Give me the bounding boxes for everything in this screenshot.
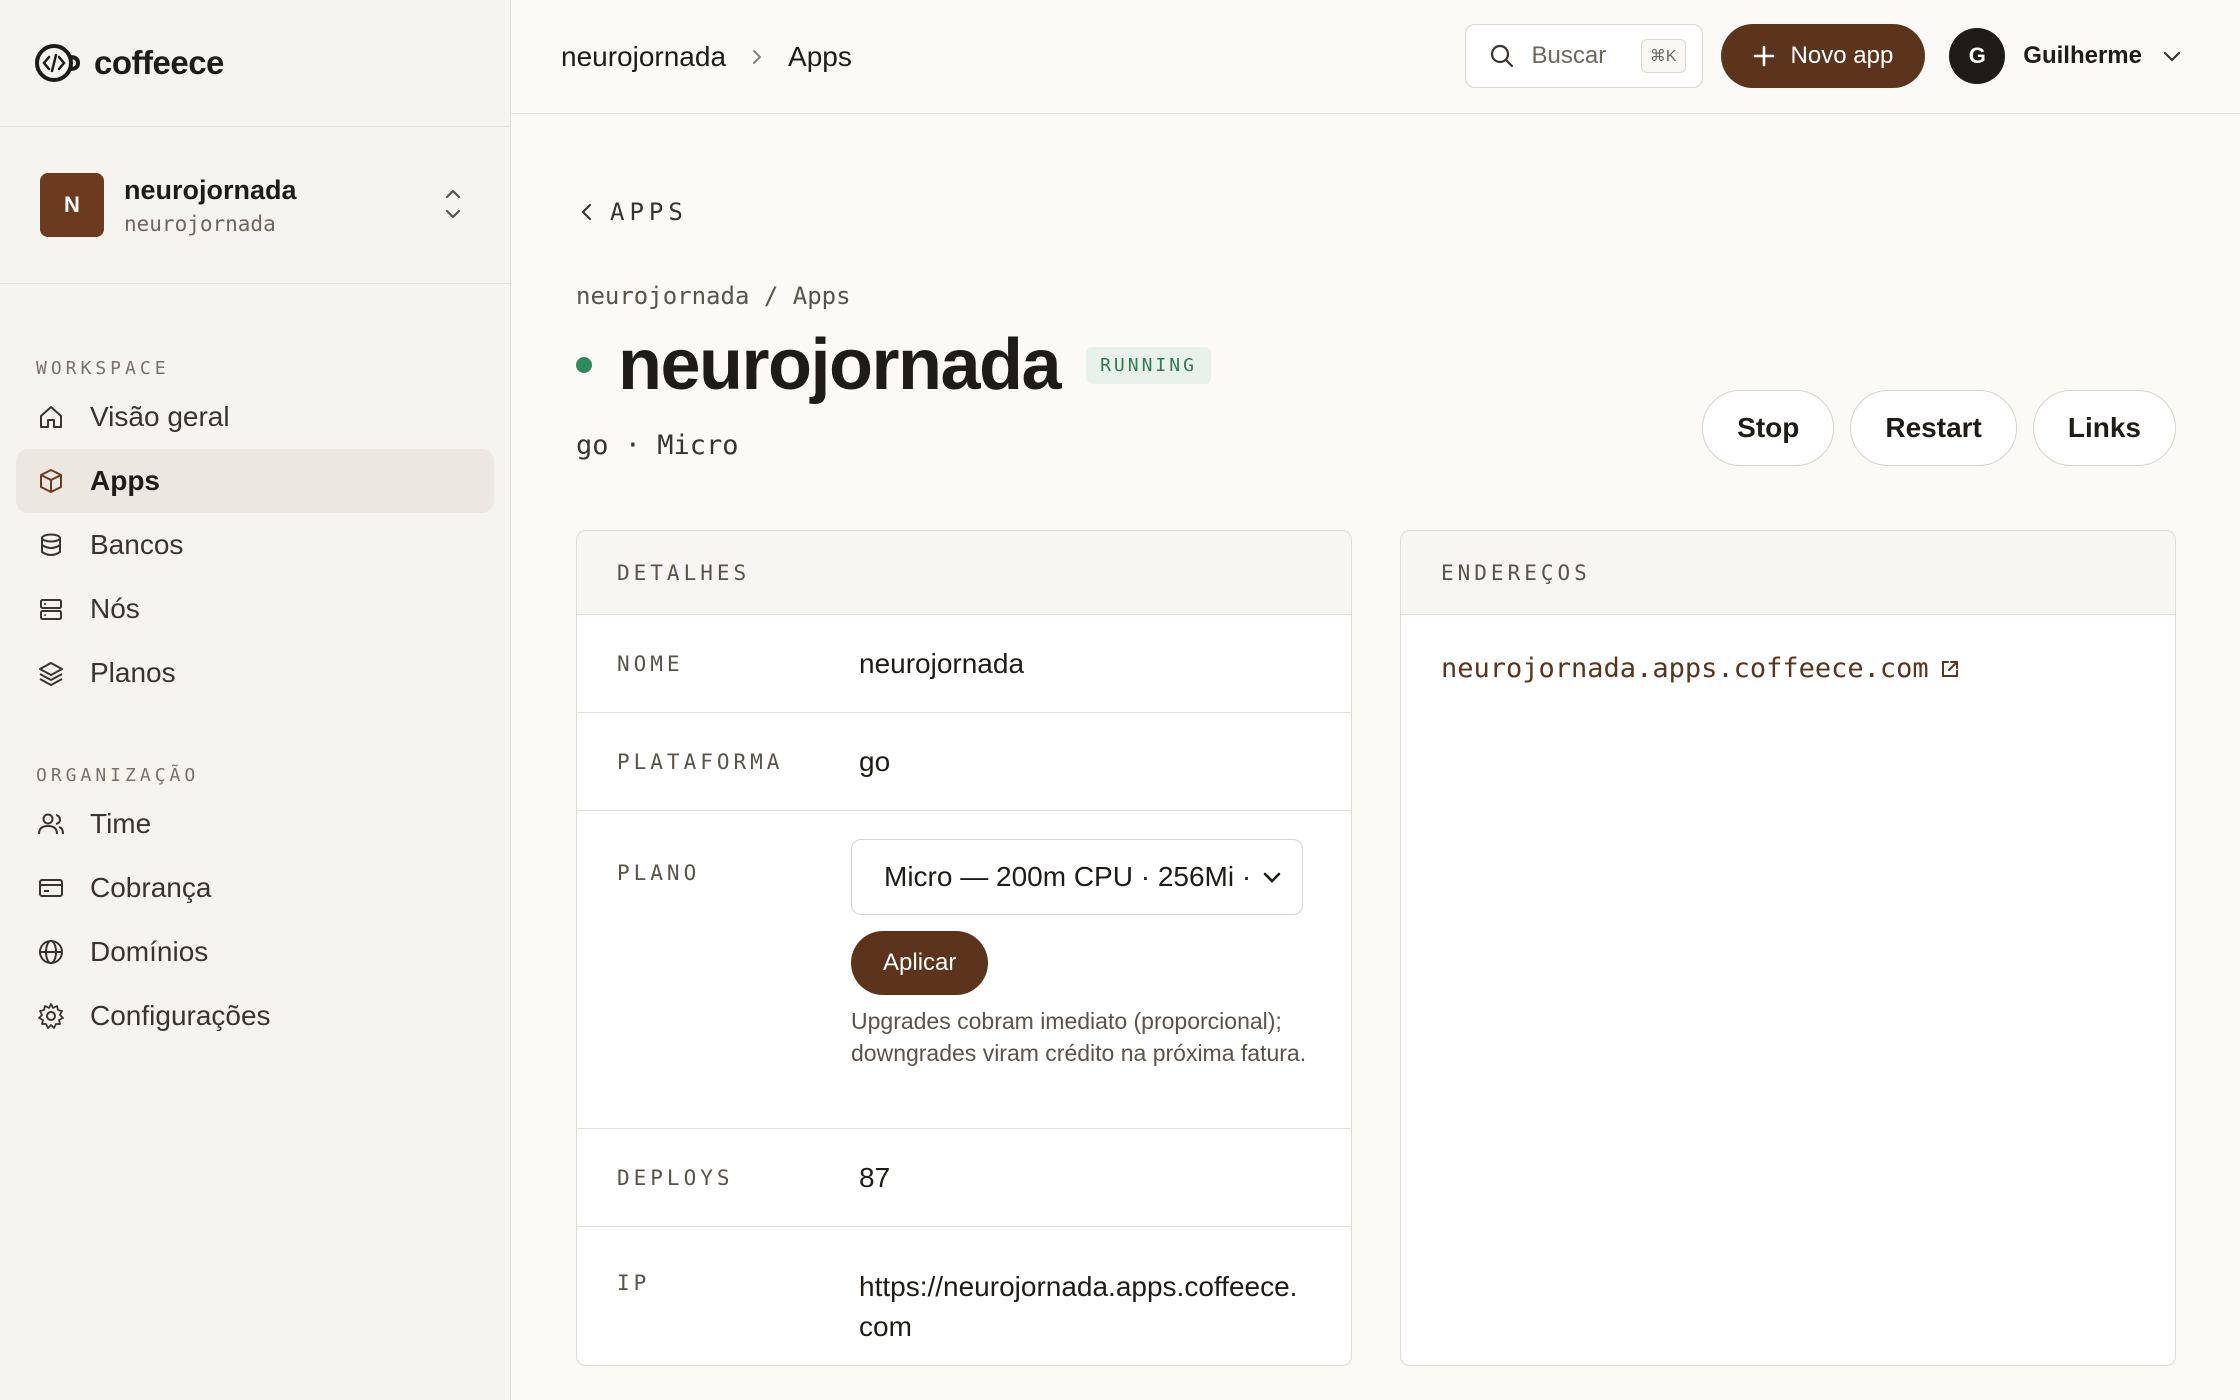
sidebar-item-label: Nós [90, 593, 140, 624]
status-dot [576, 357, 592, 373]
nome-value: neurojornada [859, 647, 1025, 679]
search-shortcut-badge: ⌘K [1640, 39, 1686, 73]
breadcrumb: neurojornada Apps [561, 41, 852, 73]
credit-card-icon [39, 879, 63, 897]
detail-row-deploys: DEPLOYS 87 [577, 1129, 1351, 1227]
workspace-section-label: WORKSPACE [36, 358, 170, 379]
org-slug: neurojornada [124, 211, 276, 236]
apply-plan-button[interactable]: Aplicar [851, 931, 989, 995]
plano-label: PLANO [617, 861, 701, 885]
status-badge: RUNNING [1086, 346, 1211, 384]
detail-row-nome: NOME neurojornada [577, 615, 1351, 713]
app-meta: go · Micro [576, 430, 739, 461]
organization-nav: Time Cobrança Domínios Configurações [0, 792, 510, 1048]
home-icon [40, 406, 62, 428]
deploys-value: 87 [859, 1161, 891, 1193]
org-name: neurojornada [124, 174, 297, 205]
detail-row-plano: PLANO Micro — 200m CPU · 256Mi · R$ Apli… [577, 811, 1351, 1129]
database-icon [41, 533, 61, 556]
sidebar-item-label: Apps [90, 465, 160, 496]
sidebar-item-label: Planos [90, 657, 176, 688]
addresses-heading: ENDEREÇOS [1401, 531, 2175, 615]
code-coffee-logo-icon [35, 44, 80, 82]
sidebar-item-label: Cobrança [90, 872, 212, 903]
links-button[interactable]: Links [2032, 390, 2176, 466]
search-input[interactable]: Buscar ⌘K [1464, 24, 1703, 88]
top-bar: neurojornada Apps Buscar ⌘K Novo app G G… [511, 0, 2240, 114]
plan-select-value: Micro — 200m CPU · 256Mi · R$ [884, 861, 1260, 892]
chevron-down-icon [2163, 51, 2181, 62]
breadcrumb-apps[interactable]: Apps [788, 41, 852, 73]
user-menu[interactable]: G Guilherme [1949, 28, 2184, 84]
ip-value: https://neurojornada.apps.coffeece.com [859, 1271, 1298, 1342]
sidebar-item-bancos[interactable]: Bancos [16, 513, 494, 577]
back-label: APPS [610, 198, 688, 226]
users-icon [38, 813, 64, 835]
sidebar-item-time[interactable]: Time [16, 792, 494, 856]
avatar: G [1949, 28, 2006, 84]
brand[interactable]: coffeece [0, 0, 510, 127]
org-avatar: N [40, 173, 104, 237]
sidebar-item-label: Domínios [90, 936, 209, 967]
user-name: Guilherme [2023, 42, 2142, 69]
sidebar-item-label: Configurações [90, 1000, 271, 1031]
chevron-down-icon [1260, 865, 1284, 889]
ip-label: IP [617, 1271, 651, 1295]
details-card: DETALHES NOME neurojornada PLATAFORMA go… [576, 530, 1352, 1366]
main-content: APPS neurojornada / Apps neurojornada RU… [576, 114, 2176, 1400]
back-to-apps-link[interactable]: APPS [576, 198, 688, 226]
stop-button[interactable]: Stop [1702, 390, 1835, 466]
search-placeholder: Buscar [1531, 42, 1607, 69]
org-switcher[interactable]: N neurojornada neurojornada [0, 127, 510, 284]
new-app-button[interactable]: Novo app [1720, 24, 1926, 88]
chevron-up-down-icon [445, 189, 461, 219]
search-icon [1490, 44, 1513, 68]
plataforma-value: go [859, 745, 891, 777]
box-icon [40, 469, 62, 493]
gear-icon [38, 1003, 64, 1029]
plus-icon [1753, 45, 1774, 67]
workspace-nav: Visão geral Apps Bancos Nós Planos [0, 385, 510, 705]
address-link[interactable]: neurojornada.apps.coffeece.com [1401, 615, 2175, 684]
detail-row-plataforma: PLATAFORMA go [577, 713, 1351, 811]
sidebar-item-nos[interactable]: Nós [16, 577, 494, 641]
sidebar: coffeece N neurojornada neurojornada WOR… [0, 0, 511, 1400]
deploys-label: DEPLOYS [617, 1165, 734, 1190]
sidebar-item-cobranca[interactable]: Cobrança [16, 856, 494, 920]
page-breadcrumb: neurojornada / Apps [576, 282, 851, 310]
restart-button[interactable]: Restart [1850, 390, 2017, 466]
detail-row-ip: IP https://neurojornada.apps.coffeece.co… [577, 1227, 1351, 1363]
addresses-card: ENDEREÇOS neurojornada.apps.coffeece.com [1400, 530, 2176, 1366]
page-title: neurojornada [618, 325, 1062, 405]
chevron-right-icon [753, 49, 762, 64]
sidebar-item-visao-geral[interactable]: Visão geral [16, 385, 494, 449]
sidebar-item-dominios[interactable]: Domínios [16, 920, 494, 984]
plan-hint: Upgrades cobram imediato (proporcional);… [851, 1008, 1307, 1066]
plan-select[interactable]: Micro — 200m CPU · 256Mi · R$ [851, 839, 1303, 915]
brand-name: coffeece [94, 44, 224, 81]
organization-section-label: ORGANIZAÇÃO [36, 765, 200, 786]
sidebar-item-configuracoes[interactable]: Configurações [16, 984, 494, 1048]
globe-icon [39, 940, 63, 964]
details-heading: DETALHES [577, 531, 1351, 615]
external-link-icon [1941, 660, 1958, 677]
breadcrumb-org[interactable]: neurojornada [561, 41, 726, 73]
sidebar-item-apps[interactable]: Apps [16, 449, 494, 513]
new-app-label: Novo app [1790, 42, 1894, 69]
sidebar-item-label: Visão geral [90, 401, 230, 432]
server-icon [40, 599, 62, 620]
nome-label: NOME [617, 651, 684, 676]
sidebar-item-label: Time [90, 808, 152, 839]
sidebar-item-planos[interactable]: Planos [16, 641, 494, 705]
chevron-left-icon [581, 203, 592, 221]
layers-icon [39, 662, 63, 686]
sidebar-item-label: Bancos [90, 529, 184, 560]
plataforma-label: PLATAFORMA [617, 749, 784, 774]
address-url: neurojornada.apps.coffeece.com [1441, 653, 1929, 684]
